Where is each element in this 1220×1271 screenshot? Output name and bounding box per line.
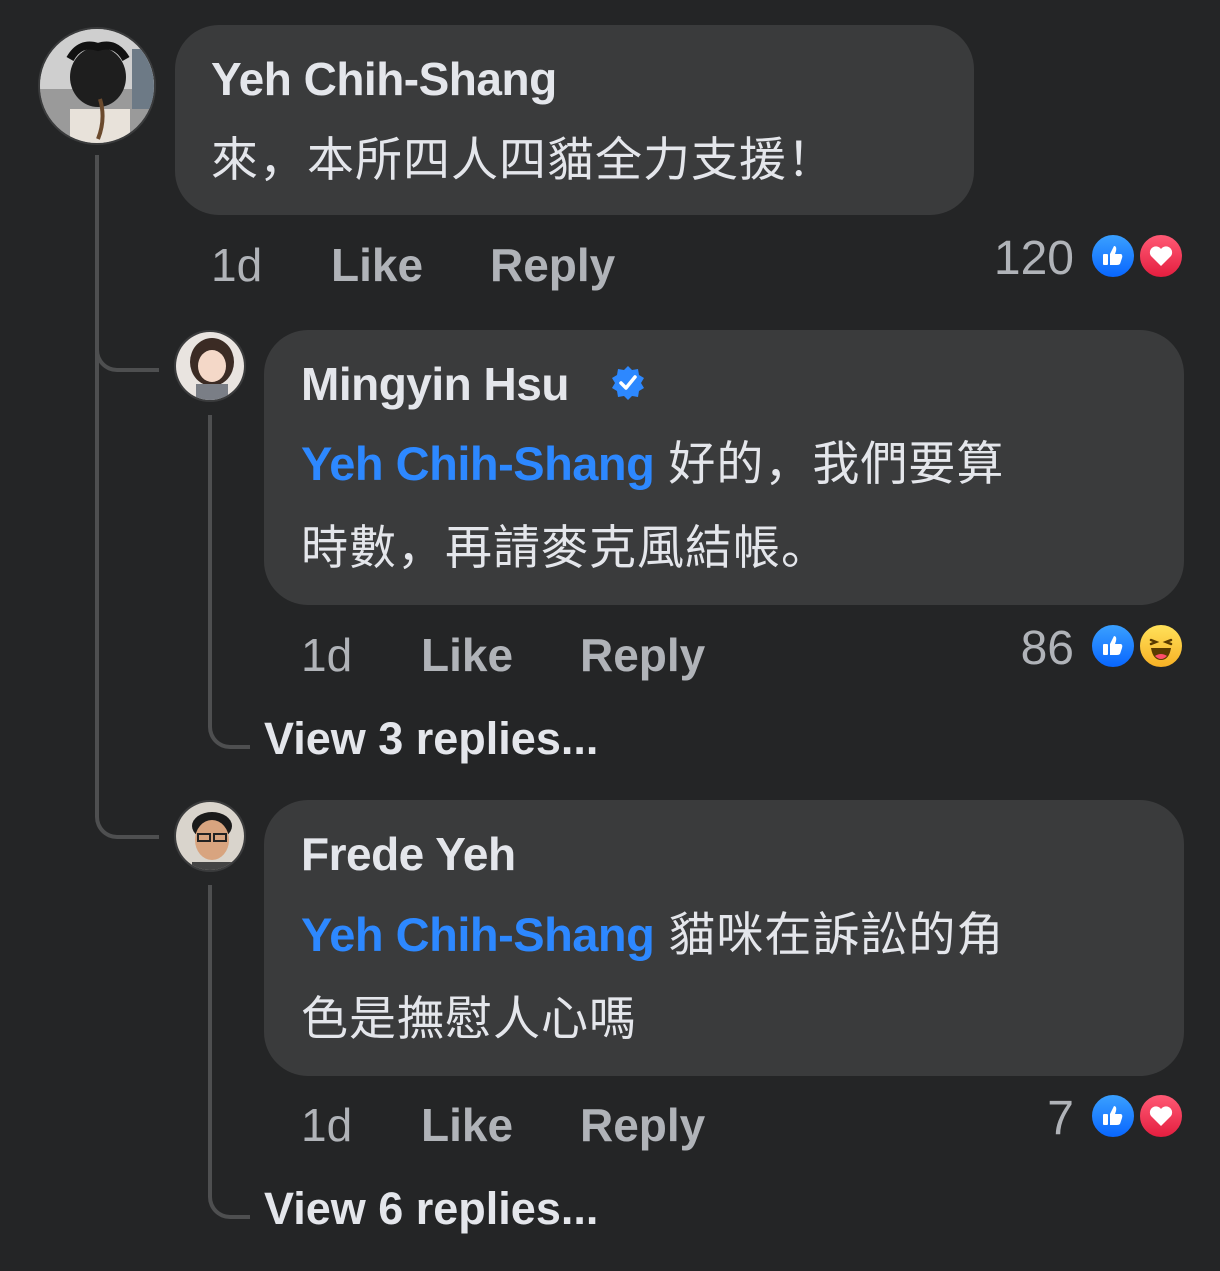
love-icon[interactable]: [1137, 232, 1185, 280]
comment-time[interactable]: 1d: [211, 238, 262, 292]
haha-icon[interactable]: [1137, 622, 1185, 670]
love-icon[interactable]: [1137, 1092, 1185, 1140]
avatar[interactable]: [38, 27, 156, 145]
reply-text-line: 好的，我們要算: [668, 437, 1005, 490]
reply-button[interactable]: Reply: [580, 1098, 705, 1152]
view-replies-link[interactable]: View 6 replies...: [264, 1183, 598, 1235]
avatar-photo: [176, 332, 244, 400]
avatar-photo: [40, 29, 154, 143]
thread-line-reply-2: [208, 885, 250, 1219]
reply-text-line: 色是撫慰人心嗎: [301, 992, 637, 1045]
like-icon[interactable]: [1089, 232, 1137, 280]
reply-text: Yeh Chih-Shang 貓咪在訴訟的角 色是撫慰人心嗎: [301, 893, 1161, 1061]
like-icon[interactable]: [1089, 1092, 1137, 1140]
verified-badge-icon: [612, 366, 644, 400]
comment-author[interactable]: Yeh Chih-Shang: [211, 52, 557, 106]
reaction-count[interactable]: 7: [1047, 1091, 1074, 1146]
reply-author[interactable]: Mingyin Hsu: [301, 357, 569, 411]
thread-line-main: [95, 155, 159, 839]
like-button[interactable]: Like: [421, 628, 513, 682]
reply-text: Yeh Chih-Shang 好的，我們要算 時數，再請麥克風結帳。: [301, 422, 1161, 590]
reply-button[interactable]: Reply: [580, 628, 705, 682]
avatar-photo: [176, 802, 244, 870]
reply-author[interactable]: Frede Yeh: [301, 827, 516, 881]
reply-time[interactable]: 1d: [301, 628, 352, 682]
like-button[interactable]: Like: [421, 1098, 513, 1152]
mention-link[interactable]: Yeh Chih-Shang: [301, 908, 655, 961]
view-replies-link[interactable]: View 3 replies...: [264, 713, 598, 765]
reaction-count[interactable]: 86: [1021, 621, 1074, 676]
avatar[interactable]: [174, 800, 246, 872]
avatar[interactable]: [174, 330, 246, 402]
mention-link[interactable]: Yeh Chih-Shang: [301, 437, 655, 490]
comment-text: 來，本所四人四貓全力支援！: [211, 133, 835, 186]
thread-line-reply-1: [208, 415, 250, 749]
reply-text-line: 時數，再請麥克風結帳。: [301, 521, 829, 574]
thread-branch-1: [95, 320, 159, 372]
like-button[interactable]: Like: [331, 238, 423, 292]
reply-time[interactable]: 1d: [301, 1098, 352, 1152]
reply-button[interactable]: Reply: [490, 238, 615, 292]
reaction-count[interactable]: 120: [994, 231, 1074, 286]
reply-text-line: 貓咪在訴訟的角: [668, 908, 1005, 961]
like-icon[interactable]: [1089, 622, 1137, 670]
